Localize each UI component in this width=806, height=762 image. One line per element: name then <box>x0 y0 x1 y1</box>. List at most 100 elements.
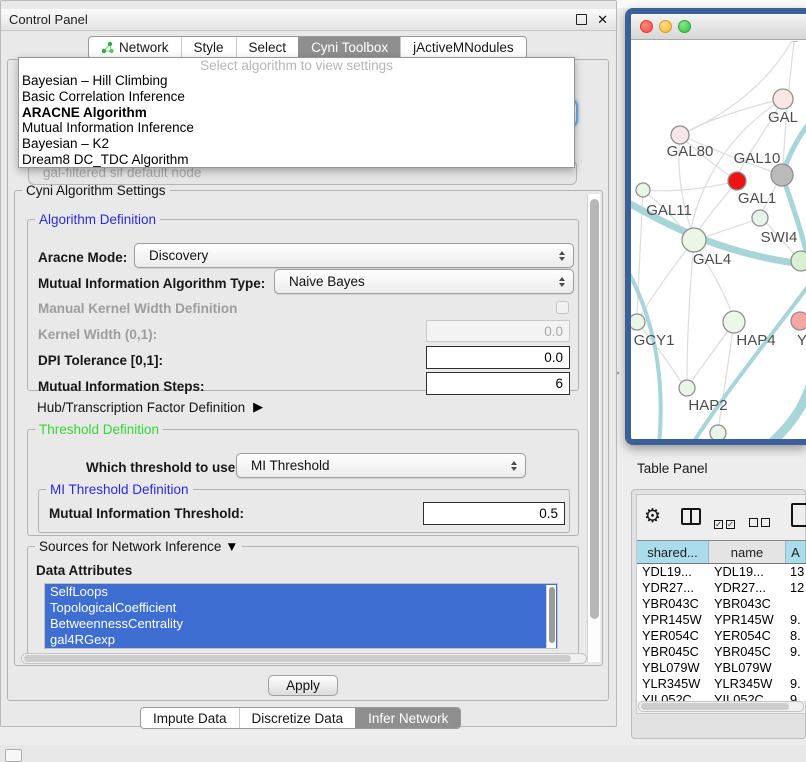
tab-select[interactable]: Select <box>236 37 299 58</box>
sources-group-title: Sources for Network Inference ▼ <box>35 539 242 554</box>
settings-scrollbar-thumb[interactable] <box>590 199 599 619</box>
algorithm-option-mutual-information-inference[interactable]: Mutual Information Inference <box>19 120 574 136</box>
hub-definition-expander[interactable]: Hub/Transcription Factor Definition ▶ <box>37 399 263 415</box>
node-label-gal4: GAL4 <box>693 251 731 268</box>
settings-scrollbar[interactable] <box>587 194 600 662</box>
table-row[interactable]: YBL079WYBL079W <box>637 660 806 676</box>
node-label-hap4: HAP4 <box>736 332 775 349</box>
attribute-item-topologicalcoefficient[interactable]: TopologicalCoefficient <box>45 600 557 616</box>
collapsed-panel-chip[interactable] <box>5 749 22 762</box>
tab-jactivemnodules[interactable]: jActiveMNodules <box>400 37 526 58</box>
network-edge-highlighted[interactable] <box>631 266 661 445</box>
network-edge[interactable] <box>643 183 729 191</box>
table-row[interactable]: YBR043CYBR043C <box>637 596 806 612</box>
attr-list-scrollbar-thumb[interactable] <box>549 587 555 643</box>
tab-style[interactable]: Style <box>181 37 236 58</box>
network-node-gal10-gray[interactable] <box>771 164 793 186</box>
data-attributes-list[interactable]: SelfLoopsTopologicalCoefficientBetweenne… <box>44 583 558 649</box>
aracne-mode-label: Aracne Mode: <box>38 250 127 265</box>
tab-network[interactable]: Network <box>89 37 181 58</box>
network-node-gal80[interactable] <box>671 126 689 144</box>
algorithm-option-bayesian-hill-climbing[interactable]: Bayesian – Hill Climbing <box>19 73 574 89</box>
window-title: Control Panel <box>9 12 88 27</box>
deselect-all-checkboxes-icon[interactable] <box>749 514 770 532</box>
network-edge-highlighted[interactable] <box>782 175 806 263</box>
mac-minimize-button[interactable] <box>659 20 672 33</box>
table-cell <box>786 596 806 612</box>
network-node-gal1[interactable] <box>752 210 768 226</box>
table-panel-title: Table Panel <box>637 461 708 476</box>
attribute-item-selfloops[interactable]: SelfLoops <box>45 584 557 600</box>
attribute-item-betweennesscentrality[interactable]: BetweennessCentrality <box>45 616 557 632</box>
tab-infer-network[interactable]: Infer Network <box>355 708 460 728</box>
mi-type-label: Mutual Information Algorithm Type: <box>38 276 265 291</box>
network-edge[interactable] <box>705 218 760 237</box>
network-node-gcy1[interactable] <box>631 314 645 330</box>
aracne-mode-select[interactable]: Discovery <box>134 243 574 268</box>
network-node-red-node[interactable] <box>728 172 746 190</box>
float-window-icon[interactable] <box>576 14 587 25</box>
close-icon[interactable]: ✕ <box>597 14 608 26</box>
network-node-swi4[interactable] <box>791 251 806 271</box>
network-view-window[interactable]: GALGAL80GAL10GAL11GAL1SWI4GAL4GCY1HAP4YH… <box>625 8 806 445</box>
attr-list-scrollbar[interactable] <box>546 585 556 649</box>
table-cell: YBR043C <box>637 596 709 612</box>
network-node-partial-bottom[interactable] <box>710 425 726 441</box>
algorithm-definition-group: Algorithm Definition Aracne Mode: Discov… <box>27 219 579 391</box>
network-node-gal11[interactable] <box>636 183 650 197</box>
network-node-hap2[interactable] <box>679 380 695 396</box>
mac-close-button[interactable] <box>640 20 653 33</box>
algorithm-option-dream8-dc-tdc-algorithm[interactable]: Dream8 DC_TDC Algorithm <box>19 152 574 168</box>
which-threshold-select[interactable]: MI Threshold <box>236 453 526 478</box>
algorithm-option-basic-correlation-inference[interactable]: Basic Correlation Inference <box>19 89 574 105</box>
column-header-shared[interactable]: shared... <box>637 541 709 563</box>
node-label-gal: GAL <box>768 109 798 126</box>
table-cell: 9. <box>786 612 806 628</box>
network-edge[interactable] <box>641 240 694 315</box>
tab-impute-data[interactable]: Impute Data <box>141 708 239 728</box>
manual-kernel-checkbox[interactable] <box>556 301 569 314</box>
tab-discretize-data[interactable]: Discretize Data <box>239 708 356 728</box>
node-label-gal10: GAL10 <box>734 150 781 167</box>
mi-type-select[interactable]: Naive Bayes <box>274 269 574 294</box>
table-cell: YPR145W <box>709 612 786 628</box>
network-edge-highlighted[interactable] <box>769 383 806 445</box>
table-row[interactable]: YLR345WYLR345W9. <box>637 676 806 692</box>
settings-hscrollbar-thumb[interactable] <box>24 655 571 662</box>
network-canvas[interactable]: GALGAL80GAL10GAL11GAL1SWI4GAL4GCY1HAP4YH… <box>631 41 806 445</box>
mi-type-value: Naive Bayes <box>289 274 365 289</box>
select-all-checkboxes-icon[interactable]: ✓✓ <box>714 514 735 532</box>
table-hscrollbar[interactable] <box>638 701 804 712</box>
settings-hscrollbar[interactable] <box>21 653 587 664</box>
sources-group: Sources for Network Inference ▼ Data Att… <box>27 546 579 656</box>
table-row[interactable]: YIL052CYIL052C9 <box>637 692 806 701</box>
mi-threshold-input[interactable]: 0.5 <box>423 502 565 525</box>
network-node-gal4[interactable] <box>682 228 706 252</box>
table-row[interactable]: YBR045CYBR045C9. <box>637 644 806 660</box>
algorithm-option-bayesian-k2[interactable]: Bayesian – K2 <box>19 136 574 152</box>
dpi-tolerance-input[interactable]: 0.0 <box>426 346 570 369</box>
table-row[interactable]: YDL19...YDL19...13 <box>637 564 806 580</box>
gear-icon[interactable]: ⚙ <box>644 505 661 528</box>
node-attribute-table[interactable]: shared...nameA YDL19...YDL19...13YDR27..… <box>637 540 806 701</box>
network-node-gal-pink[interactable] <box>773 89 793 109</box>
column-layout-icon[interactable] <box>681 508 701 525</box>
algorithm-option-aracne-algorithm[interactable]: ARACNE Algorithm <box>19 105 574 121</box>
tab-cyni-toolbox[interactable]: Cyni Toolbox <box>298 37 400 58</box>
apply-button[interactable]: Apply <box>268 675 338 696</box>
column-header-a[interactable]: A <box>786 541 806 563</box>
panel-resize-handle[interactable]: ‣ <box>616 370 621 377</box>
table-row[interactable]: YDR27...YDR27...12 <box>637 580 806 596</box>
network-node-hap4[interactable] <box>723 311 745 333</box>
network-node-y-salmon[interactable] <box>791 312 806 330</box>
table-hscrollbar-thumb[interactable] <box>641 703 789 710</box>
mac-zoom-button[interactable] <box>678 20 691 33</box>
export-table-icon[interactable] <box>791 503 806 527</box>
expander-expanded-icon[interactable]: ▼ <box>225 539 238 554</box>
kernel-width-input: 0.0 <box>426 320 570 342</box>
table-row[interactable]: YPR145WYPR145W9. <box>637 612 806 628</box>
table-row[interactable]: YER054CYER054C8. <box>637 628 806 644</box>
column-header-name[interactable]: name <box>709 541 786 563</box>
mi-steps-input[interactable]: 6 <box>426 372 570 395</box>
attribute-item-gal4rgexp[interactable]: gal4RGexp <box>45 632 557 648</box>
